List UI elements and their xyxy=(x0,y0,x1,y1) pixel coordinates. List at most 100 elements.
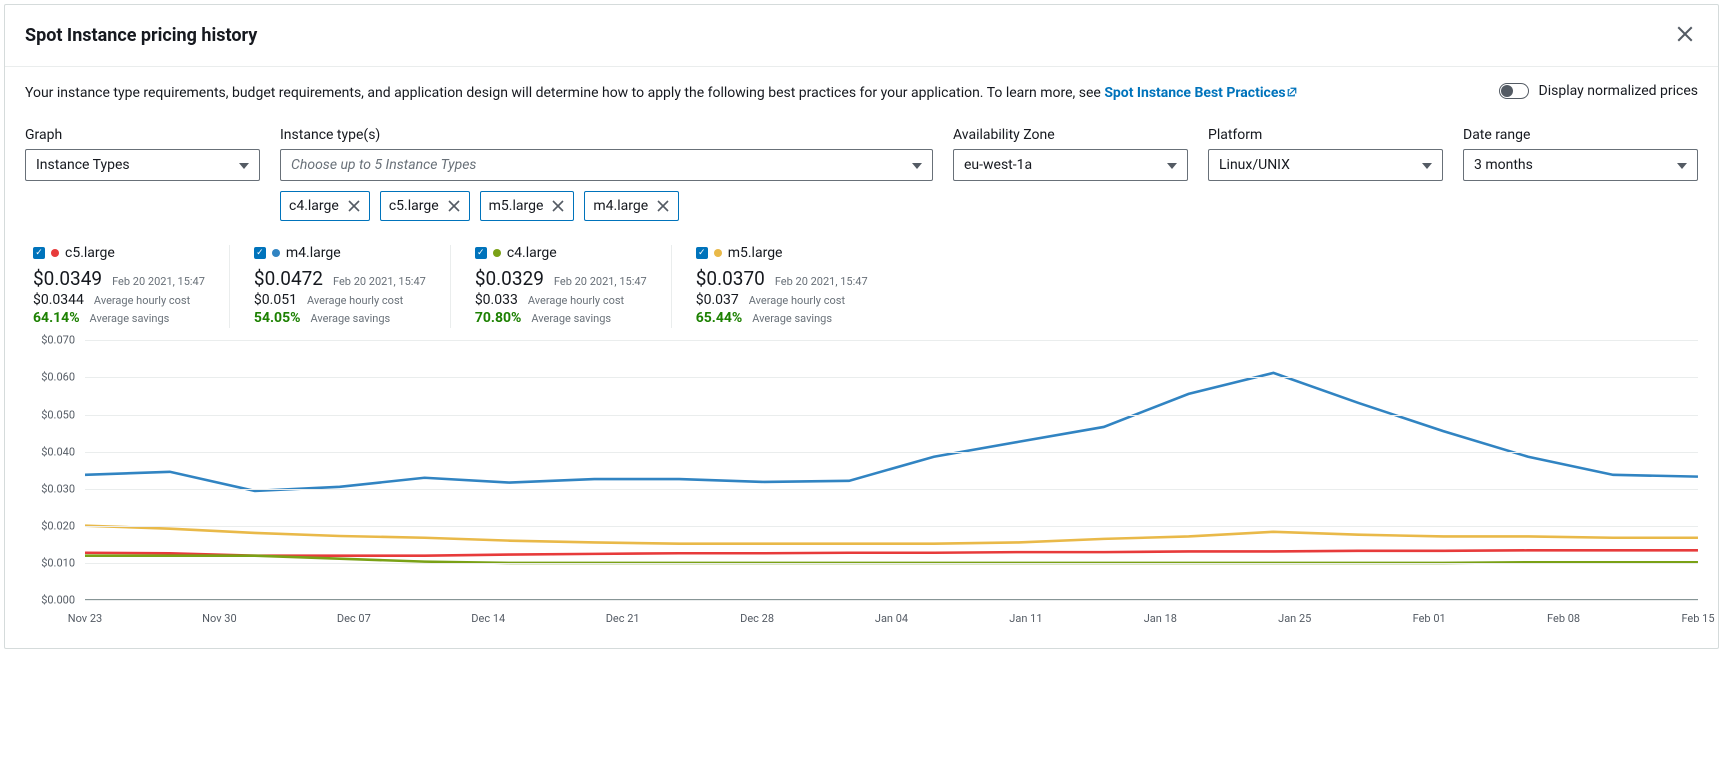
close-icon xyxy=(447,199,461,213)
x-tick-label: Jan 11 xyxy=(1009,612,1042,625)
price-timestamp: Feb 20 2021, 15:47 xyxy=(554,275,647,288)
az-field: Availability Zone eu-west-1a xyxy=(953,127,1188,181)
gridline xyxy=(85,489,1698,490)
series-name: m4.large xyxy=(286,245,341,261)
gridline xyxy=(85,563,1698,564)
az-label: Availability Zone xyxy=(953,127,1188,143)
series-color-dot xyxy=(714,249,722,257)
close-icon xyxy=(1676,25,1694,43)
series-checkbox[interactable] xyxy=(33,247,45,259)
x-tick-label: Feb 01 xyxy=(1413,612,1446,625)
chart-wrap: $0.000$0.010$0.020$0.030$0.040$0.050$0.0… xyxy=(25,340,1698,628)
current-price: $0.0349 xyxy=(33,267,102,290)
legend-card: m4.large $0.0472 Feb 20 2021, 15:47 $0.0… xyxy=(230,245,451,328)
close-icon xyxy=(656,199,670,213)
price-timestamp: Feb 20 2021, 15:47 xyxy=(775,275,868,288)
series-checkbox[interactable] xyxy=(696,247,708,259)
y-tick-label: $0.010 xyxy=(27,557,75,570)
price-timestamp: Feb 20 2021, 15:47 xyxy=(333,275,426,288)
panel-header: Spot Instance pricing history xyxy=(5,5,1718,67)
current-price: $0.0370 xyxy=(696,267,765,290)
current-price: $0.0472 xyxy=(254,267,323,290)
series-line xyxy=(85,551,1698,556)
platform-field: Platform Linux/UNIX xyxy=(1208,127,1443,181)
date-range-field: Date range 3 months xyxy=(1463,127,1698,181)
y-tick-label: $0.020 xyxy=(27,520,75,533)
series-line xyxy=(85,526,1698,544)
series-line xyxy=(85,373,1698,491)
avg-savings: 70.80% xyxy=(475,310,522,326)
tag-remove-button[interactable] xyxy=(656,199,670,213)
y-tick-label: $0.030 xyxy=(27,482,75,495)
pricing-history-panel: Spot Instance pricing history Your insta… xyxy=(4,4,1719,649)
y-tick-label: $0.000 xyxy=(27,594,75,607)
y-tick-label: $0.050 xyxy=(27,408,75,421)
series-name: c5.large xyxy=(65,245,115,261)
x-tick-label: Nov 30 xyxy=(202,612,236,625)
x-tick-label: Dec 07 xyxy=(337,612,371,625)
tag-label: m5.large xyxy=(489,198,544,214)
tag-remove-button[interactable] xyxy=(551,199,565,213)
avg-hourly-cost-label: Average hourly cost xyxy=(94,294,190,307)
avg-savings: 65.44% xyxy=(696,310,743,326)
date-range-select[interactable]: 3 months xyxy=(1463,149,1698,181)
gridline xyxy=(85,526,1698,527)
date-range-label: Date range xyxy=(1463,127,1698,143)
close-button[interactable] xyxy=(1672,21,1698,50)
x-axis: Nov 23Nov 30Dec 07Dec 14Dec 21Dec 28Jan … xyxy=(85,608,1698,628)
series-color-dot xyxy=(493,249,501,257)
instance-type-tag: m4.large xyxy=(584,191,679,221)
az-select[interactable]: eu-west-1a xyxy=(953,149,1188,181)
avg-savings-label: Average savings xyxy=(531,312,611,325)
series-checkbox[interactable] xyxy=(254,247,266,259)
legend-cards-row: c5.large $0.0349 Feb 20 2021, 15:47 $0.0… xyxy=(25,245,1698,328)
instance-types-select[interactable]: Choose up to 5 Instance Types xyxy=(280,149,933,181)
instance-type-tag: c5.large xyxy=(380,191,470,221)
gridline xyxy=(85,452,1698,453)
x-tick-label: Dec 28 xyxy=(740,612,774,625)
x-tick-label: Feb 08 xyxy=(1547,612,1580,625)
avg-hourly-cost: $0.033 xyxy=(475,292,518,308)
legend-card: c4.large $0.0329 Feb 20 2021, 15:47 $0.0… xyxy=(451,245,672,328)
filters-row: Graph Instance Types Instance type(s) Ch… xyxy=(25,127,1698,181)
tag-label: c5.large xyxy=(389,198,439,214)
avg-hourly-cost-label: Average hourly cost xyxy=(307,294,403,307)
close-icon xyxy=(347,199,361,213)
graph-select[interactable]: Instance Types xyxy=(25,149,260,181)
chevron-down-icon xyxy=(1422,157,1432,173)
platform-select[interactable]: Linux/UNIX xyxy=(1208,149,1443,181)
series-checkbox[interactable] xyxy=(475,247,487,259)
intro-text: Your instance type requirements, budget … xyxy=(25,83,1459,103)
tag-label: m4.large xyxy=(593,198,648,214)
x-tick-label: Dec 21 xyxy=(606,612,640,625)
series-color-dot xyxy=(51,249,59,257)
x-tick-label: Jan 04 xyxy=(875,612,908,625)
y-tick-label: $0.040 xyxy=(27,445,75,458)
series-name: c4.large xyxy=(507,245,557,261)
chevron-down-icon xyxy=(912,157,922,173)
toggle-knob xyxy=(1501,85,1513,97)
avg-savings: 54.05% xyxy=(254,310,301,326)
gridline xyxy=(85,377,1698,378)
avg-savings-label: Average savings xyxy=(90,312,170,325)
gridline xyxy=(85,600,1698,601)
tag-remove-button[interactable] xyxy=(347,199,361,213)
intro-row: Your instance type requirements, budget … xyxy=(25,83,1698,103)
avg-hourly-cost-label: Average hourly cost xyxy=(528,294,624,307)
graph-field: Graph Instance Types xyxy=(25,127,260,181)
legend-card: c5.large $0.0349 Feb 20 2021, 15:47 $0.0… xyxy=(25,245,230,328)
best-practices-link[interactable]: Spot Instance Best Practices xyxy=(1104,85,1297,101)
tag-remove-button[interactable] xyxy=(447,199,461,213)
tags-row: c4.large c5.large m5.large m4.large xyxy=(280,191,1698,221)
normalize-toggle[interactable] xyxy=(1499,83,1529,99)
y-tick-label: $0.070 xyxy=(27,334,75,347)
chevron-down-icon xyxy=(1677,157,1687,173)
current-price: $0.0329 xyxy=(475,267,544,290)
series-color-dot xyxy=(272,249,280,257)
instance-type-tag: c4.large xyxy=(280,191,370,221)
avg-savings: 64.14% xyxy=(33,310,80,326)
close-icon xyxy=(551,199,565,213)
avg-savings-label: Average savings xyxy=(752,312,832,325)
price-chart: $0.000$0.010$0.020$0.030$0.040$0.050$0.0… xyxy=(85,340,1698,600)
panel-body: Your instance type requirements, budget … xyxy=(5,67,1718,648)
